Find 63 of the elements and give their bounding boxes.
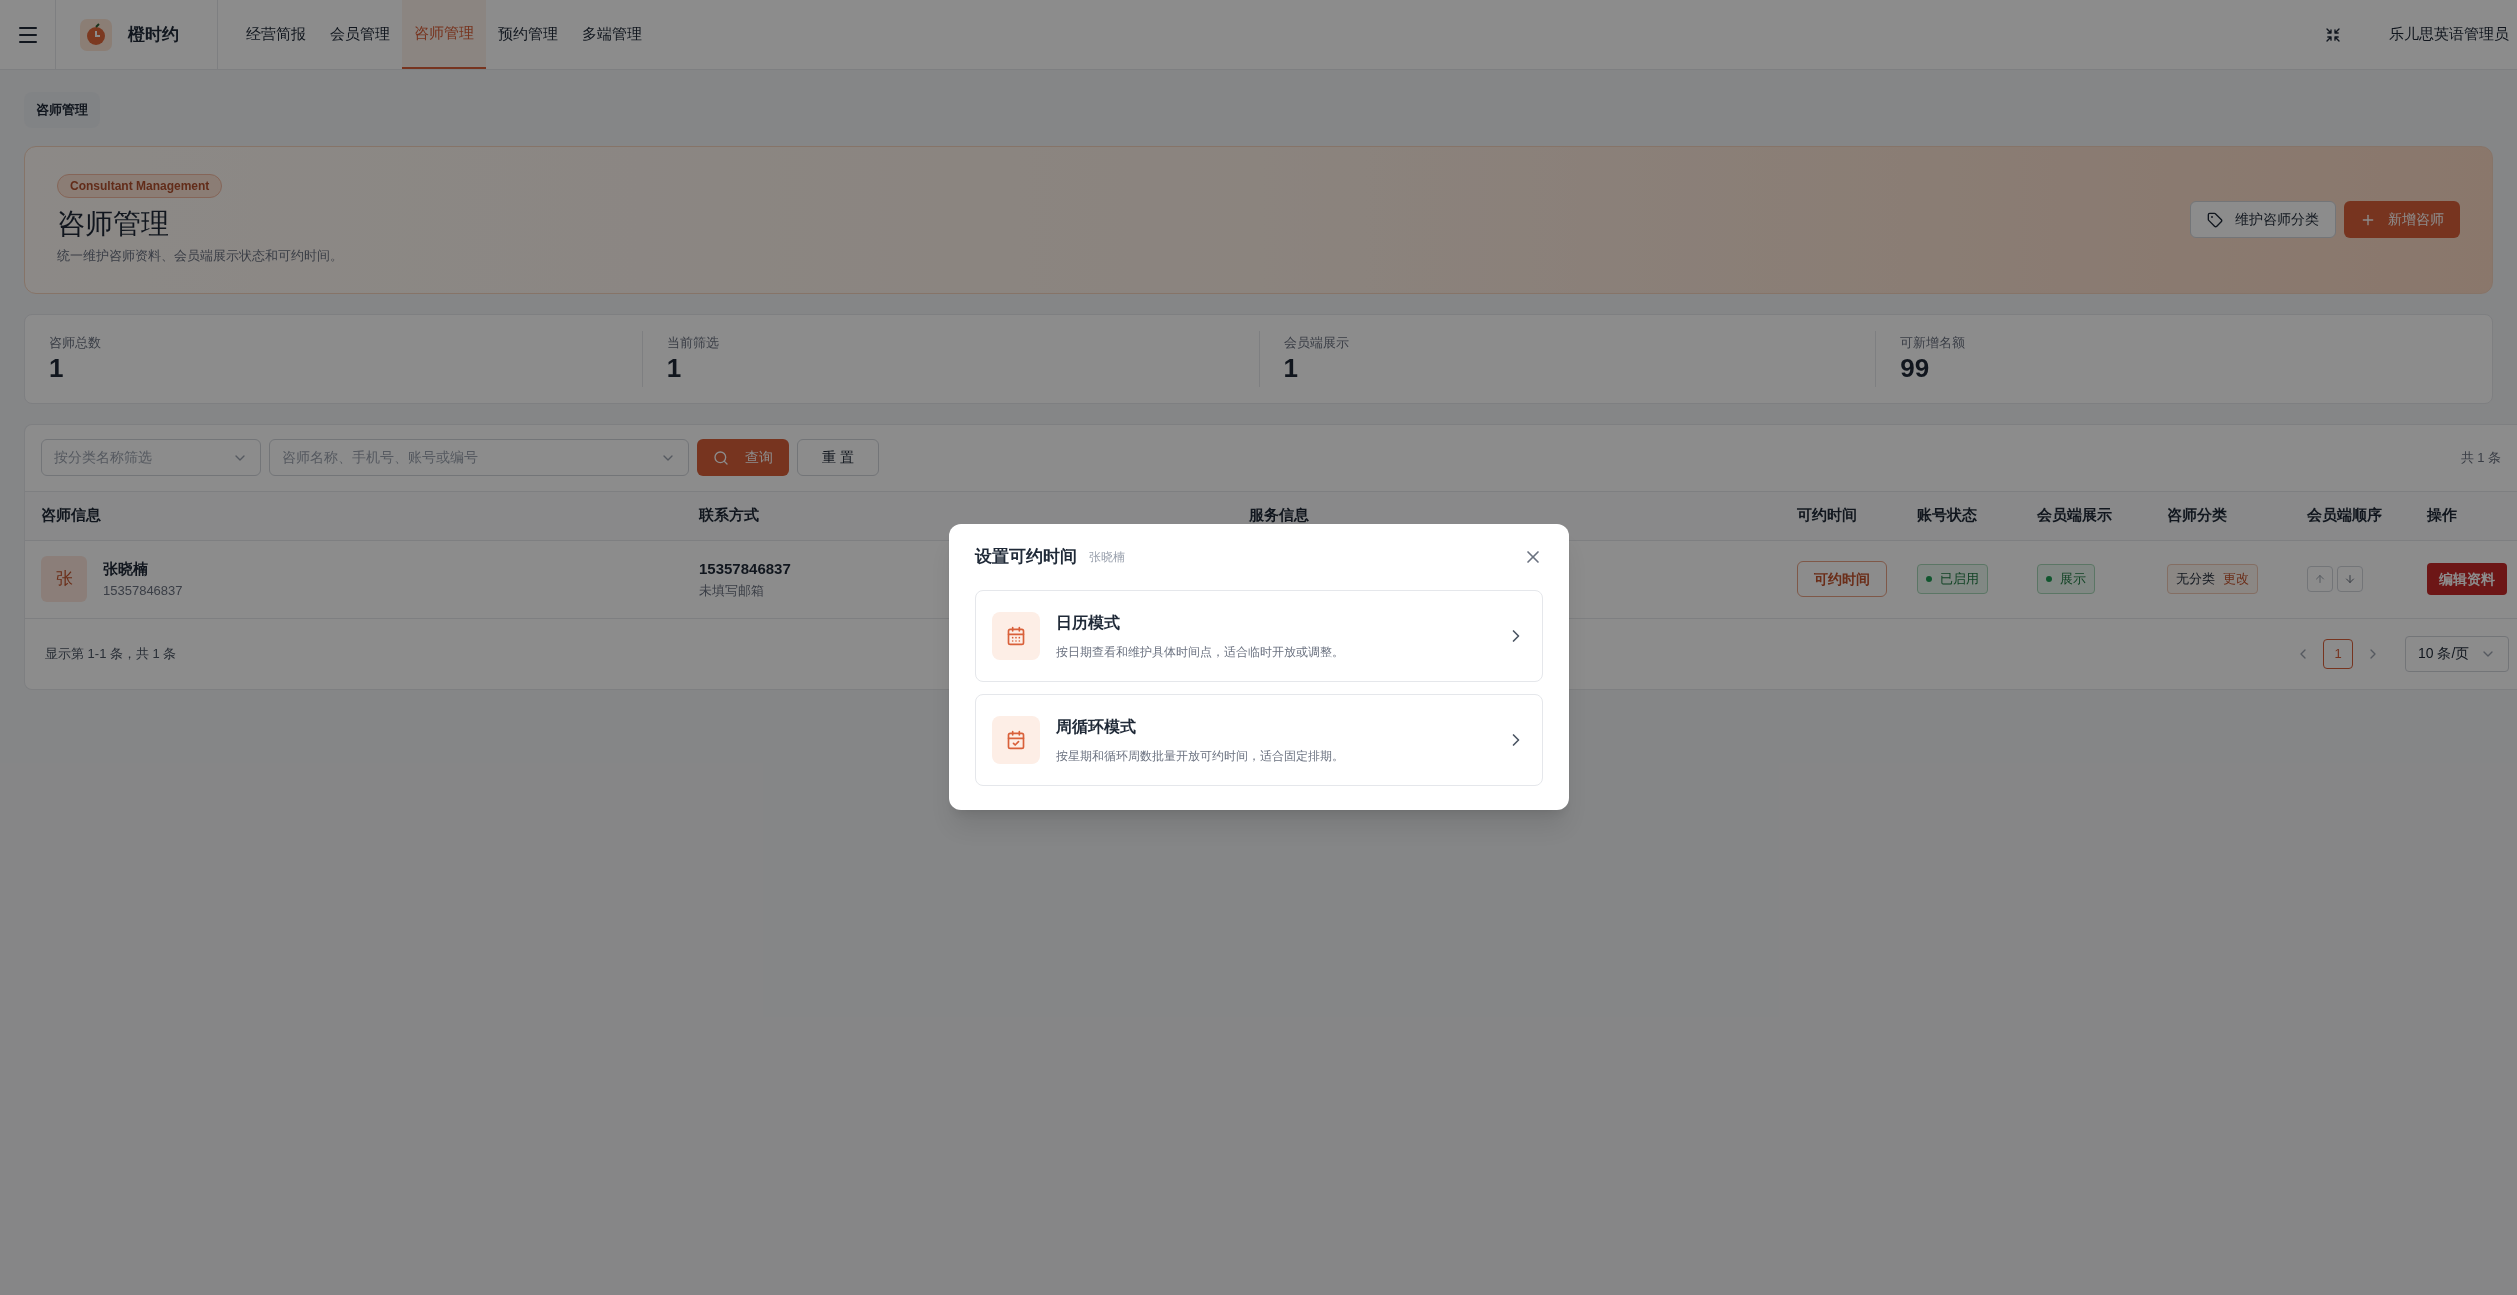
mode-option[interactable]: 周循环模式 按星期和循环周数批量开放可约时间，适合固定排期。 xyxy=(974,693,1543,786)
category-label: 无分类 xyxy=(2176,570,2215,589)
pagination-summary: 显示第 1-1 条，共 1 条 xyxy=(45,644,177,663)
breadcrumb-tab[interactable]: 咨师管理 xyxy=(24,92,100,128)
stat-value: 1 xyxy=(666,352,683,385)
stat-value: 1 xyxy=(1283,352,1299,385)
option-description: 按日期查看和维护具体时间点，适合临时开放或调整。 xyxy=(1055,643,1345,661)
move-down-button[interactable] xyxy=(2337,566,2363,592)
nav-tab[interactable]: 预约管理 xyxy=(486,0,570,69)
stat-value: 99 xyxy=(1900,352,1931,385)
user-name[interactable]: 乐儿思英语管理员 xyxy=(2389,23,2509,46)
tag-icon xyxy=(2207,211,2223,228)
column-header: 服务信息 xyxy=(1249,505,1310,526)
column-header: 联系方式 xyxy=(699,505,760,526)
status-badge: 已启用 xyxy=(1917,564,1988,594)
column-header: 会员端展示 xyxy=(2037,505,2113,526)
column-header: 咨师信息 xyxy=(41,505,102,526)
consultant-phone: 15357846837 xyxy=(103,581,183,600)
move-up-button[interactable] xyxy=(2307,566,2333,592)
manage-categories-button[interactable]: 维护咨师分类 xyxy=(2190,201,2336,238)
column-header: 账号状态 xyxy=(1917,505,1978,526)
query-button[interactable]: 查询 xyxy=(697,439,789,476)
page-size-select[interactable]: 10 条/页 xyxy=(2405,635,2509,672)
reset-button[interactable]: 重 置 xyxy=(797,439,879,476)
change-category-link[interactable]: 更改 xyxy=(2223,569,2249,589)
nav-tab[interactable]: 会员管理 xyxy=(318,0,402,69)
stat-label: 当前筛选 xyxy=(666,333,720,352)
column-header: 会员端顺序 xyxy=(2307,505,2383,526)
mode-option[interactable]: 日历模式 按日期查看和维护具体时间点，适合临时开放或调整。 xyxy=(974,589,1543,682)
option-title: 周循环模式 xyxy=(1055,716,1137,737)
page-number[interactable]: 1 xyxy=(2323,638,2353,669)
arrow-down-icon xyxy=(2344,573,2356,585)
column-header: 可约时间 xyxy=(1797,505,1858,526)
avatar: 张 xyxy=(41,556,87,602)
app-name: 橙时约 xyxy=(128,23,179,46)
option-title: 日历模式 xyxy=(1055,612,1121,633)
nav-tab[interactable]: 多端管理 xyxy=(570,0,654,69)
stat-label: 可新增名额 xyxy=(1900,333,1967,352)
search-icon xyxy=(713,449,729,466)
total-count: 共 1 条 xyxy=(2460,448,2501,467)
contact-phone: 15357846837 xyxy=(699,559,791,579)
page-title: 咨师管理 xyxy=(57,209,169,238)
stat-label: 咨师总数 xyxy=(49,333,102,352)
arrow-up-icon xyxy=(2314,573,2326,585)
add-consultant-button[interactable]: 新增咨师 xyxy=(2344,201,2460,238)
display-badge: 展示 xyxy=(2037,564,2095,594)
contact-email: 未填写邮箱 xyxy=(699,581,764,600)
edit-profile-button[interactable]: 编辑资料 xyxy=(2427,563,2507,595)
availability-button[interactable]: 可约时间 xyxy=(1797,561,1887,597)
column-header: 操作 xyxy=(2427,505,2458,526)
section-tag: Consultant Management xyxy=(57,173,223,198)
option-description: 按星期和循环周数批量开放可约时间，适合固定排期。 xyxy=(1055,747,1345,765)
dialog-subtitle: 张晓楠 xyxy=(1088,548,1125,566)
logo-icon xyxy=(80,18,112,51)
consultant-name: 张晓楠 xyxy=(103,559,149,579)
exit-fullscreen-icon[interactable] xyxy=(2325,26,2341,43)
column-header: 咨师分类 xyxy=(2167,505,2228,526)
dialog-title: 设置可约时间 xyxy=(974,546,1077,568)
stat-value: 1 xyxy=(49,352,65,385)
calendar-check-icon xyxy=(1005,729,1026,750)
stat-label: 会员端展示 xyxy=(1283,333,1350,352)
calendar-icon xyxy=(1005,625,1026,646)
nav-tab[interactable]: 经营简报 xyxy=(234,0,318,69)
